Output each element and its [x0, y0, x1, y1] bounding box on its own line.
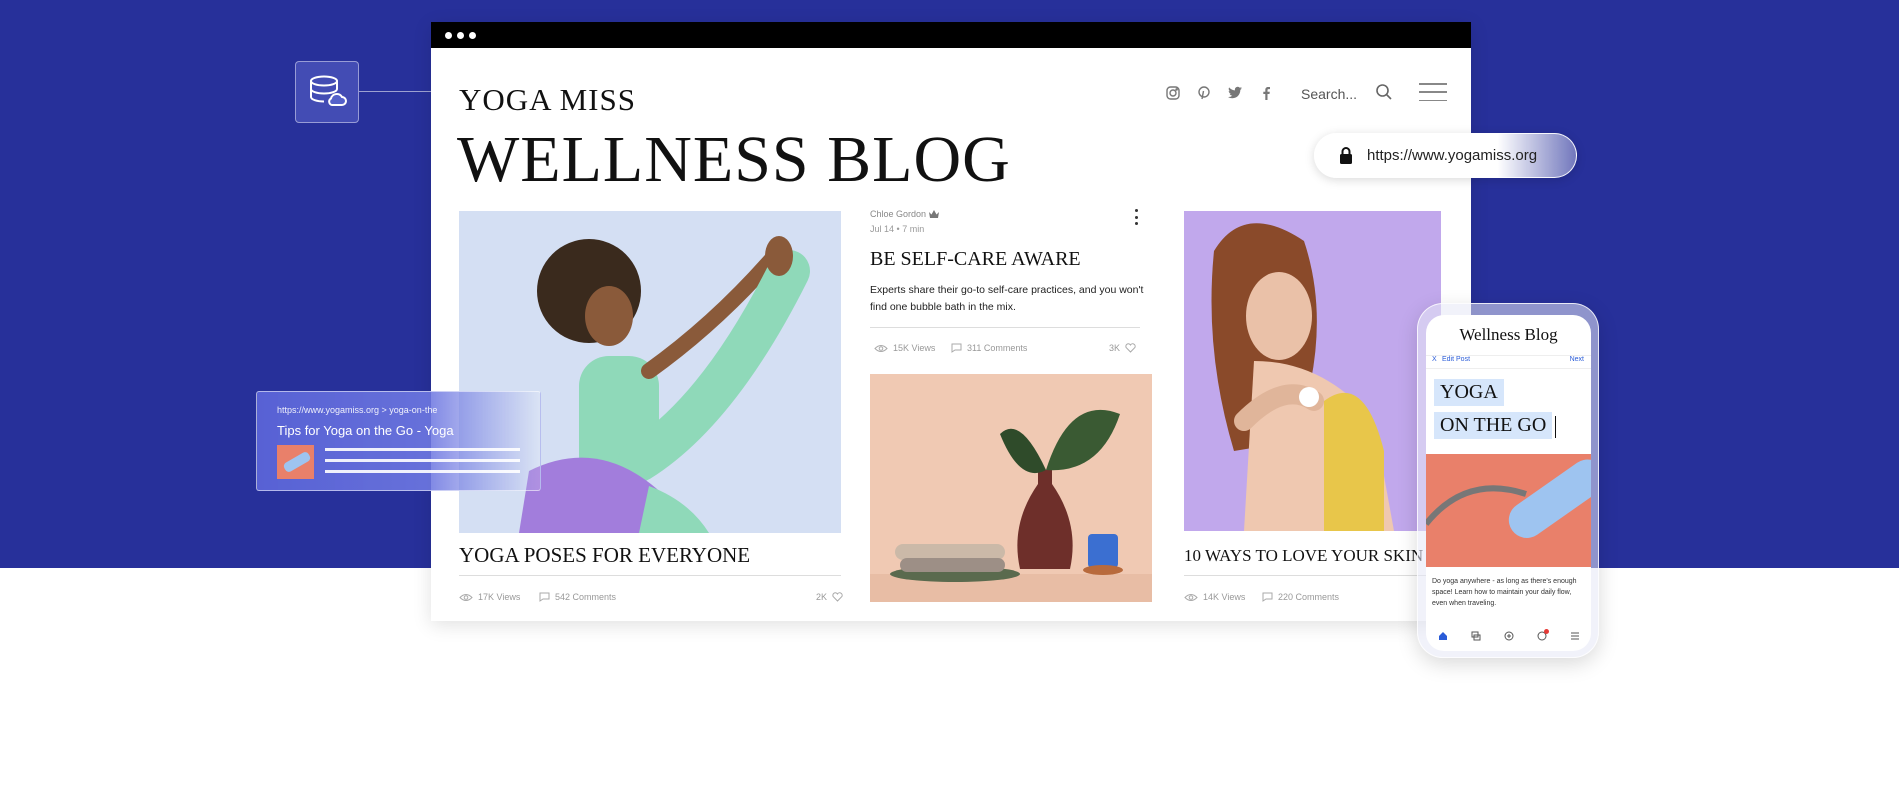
post-comments[interactable]: 542 Comments: [539, 592, 616, 602]
twitter-icon[interactable]: [1225, 83, 1245, 103]
search-icon[interactable]: [1375, 83, 1393, 106]
headline-line[interactable]: ON THE GO: [1434, 412, 1553, 439]
result-thumbnail: [277, 445, 314, 479]
post-author[interactable]: Chloe Gordon: [870, 209, 940, 219]
notifications-icon[interactable]: [1536, 629, 1549, 642]
post-likes[interactable]: 3K: [1109, 343, 1136, 353]
read-time: 7 min: [902, 224, 925, 234]
database-cloud-badge: [295, 61, 359, 123]
connector-line: [359, 91, 431, 92]
views-count: 17K Views: [478, 592, 521, 602]
result-description-line: [325, 448, 520, 451]
post-title[interactable]: 10 WAYS TO LOVE YOUR SKIN: [1184, 546, 1423, 566]
comment-icon: [951, 343, 962, 353]
search-input[interactable]: Search...: [1301, 86, 1357, 102]
window-dot: [445, 31, 452, 39]
window-dot: [457, 31, 464, 39]
browser-window: YOGA MISS WELLNESS BLOG Search... YOGA P: [431, 22, 1471, 621]
views-count: 14K Views: [1203, 592, 1246, 602]
likes-count: 2K: [816, 592, 828, 602]
mobile-screen: Wellness Blog X Edit Post Next YOGA ON T…: [1426, 315, 1591, 651]
url-text: https://www.yogamiss.org: [1367, 147, 1538, 164]
eye-icon: [874, 344, 888, 352]
search-result-preview: https://www.yogamiss.org > yoga-on-the T…: [256, 391, 541, 491]
comment-icon: [539, 592, 550, 602]
mobile-device: Wellness Blog X Edit Post Next YOGA ON T…: [1417, 303, 1599, 658]
views-count: 15K Views: [893, 343, 936, 353]
result-title: Tips for Yoga on the Go - Yoga: [277, 423, 454, 438]
lock-icon: [1340, 147, 1352, 164]
window-dot: [469, 31, 476, 39]
post-views: 14K Views: [1184, 592, 1245, 602]
heart-icon: [1125, 343, 1136, 353]
add-icon[interactable]: [1503, 630, 1515, 642]
pinterest-icon[interactable]: [1194, 83, 1214, 103]
divider: [870, 327, 1140, 328]
eye-icon: [459, 593, 473, 601]
eye-icon: [1184, 593, 1198, 601]
url-bar[interactable]: https://www.yogamiss.org: [1314, 133, 1577, 178]
result-url: https://www.yogamiss.org > yoga-on-the: [277, 405, 438, 415]
chat-icon[interactable]: [1470, 630, 1482, 642]
heart-icon: [832, 592, 843, 602]
post-title[interactable]: BE SELF-CARE AWARE: [870, 248, 1081, 271]
menu-icon[interactable]: [1569, 630, 1581, 642]
likes-count: 3K: [1109, 343, 1121, 353]
comments-count: 220 Comments: [1278, 592, 1340, 602]
page-title: WELLNESS BLOG: [457, 123, 1011, 196]
post-title[interactable]: YOGA POSES FOR EVERYONE: [459, 543, 750, 568]
post-excerpt: Experts share their go-to self-care prac…: [870, 284, 1144, 313]
post-image-skincare[interactable]: [1184, 211, 1441, 531]
notification-badge: [1543, 629, 1549, 634]
instagram-icon[interactable]: [1163, 83, 1183, 103]
post-image-yoga-mat: [1426, 454, 1591, 567]
edit-post-label: Edit Post: [1442, 356, 1471, 363]
post-views: 17K Views: [459, 592, 520, 602]
mobile-blog-title: Wellness Blog: [1459, 325, 1558, 344]
post-views: 15K Views: [874, 343, 935, 353]
next-button[interactable]: Next: [1570, 356, 1584, 363]
post-image-still-life[interactable]: [870, 374, 1152, 602]
mobile-bottom-nav: [1426, 627, 1591, 645]
divider: [1184, 575, 1441, 576]
crown-icon: [929, 210, 940, 218]
mobile-post-body: Do yoga anywhere - as long as there's en…: [1432, 578, 1577, 607]
post-comments[interactable]: 311 Comments: [951, 343, 1027, 353]
result-description-line: [325, 459, 520, 462]
date-text: Jul 14: [870, 224, 895, 234]
close-button[interactable]: X: [1432, 356, 1437, 363]
browser-title-bar: [431, 22, 1471, 48]
post-likes[interactable]: 2K: [816, 592, 843, 602]
post-date: Jul 14 • 7 min: [870, 224, 925, 234]
headline-line[interactable]: YOGA: [1434, 379, 1504, 406]
more-options-icon[interactable]: [1133, 209, 1139, 225]
text-caret: [1555, 416, 1556, 438]
facebook-icon[interactable]: [1256, 83, 1276, 103]
comment-icon: [1262, 592, 1273, 602]
result-description-line: [325, 470, 520, 473]
hamburger-menu-icon[interactable]: [1419, 83, 1447, 101]
comments-count: 542 Comments: [555, 592, 617, 602]
author-name: Chloe Gordon: [870, 209, 927, 219]
post-comments[interactable]: 220 Comments: [1262, 592, 1339, 602]
site-name[interactable]: YOGA MISS: [459, 82, 636, 118]
home-icon[interactable]: [1437, 630, 1449, 642]
comments-count: 311 Comments: [967, 343, 1028, 353]
divider: [459, 575, 841, 576]
database-cloud-icon: [310, 75, 347, 106]
